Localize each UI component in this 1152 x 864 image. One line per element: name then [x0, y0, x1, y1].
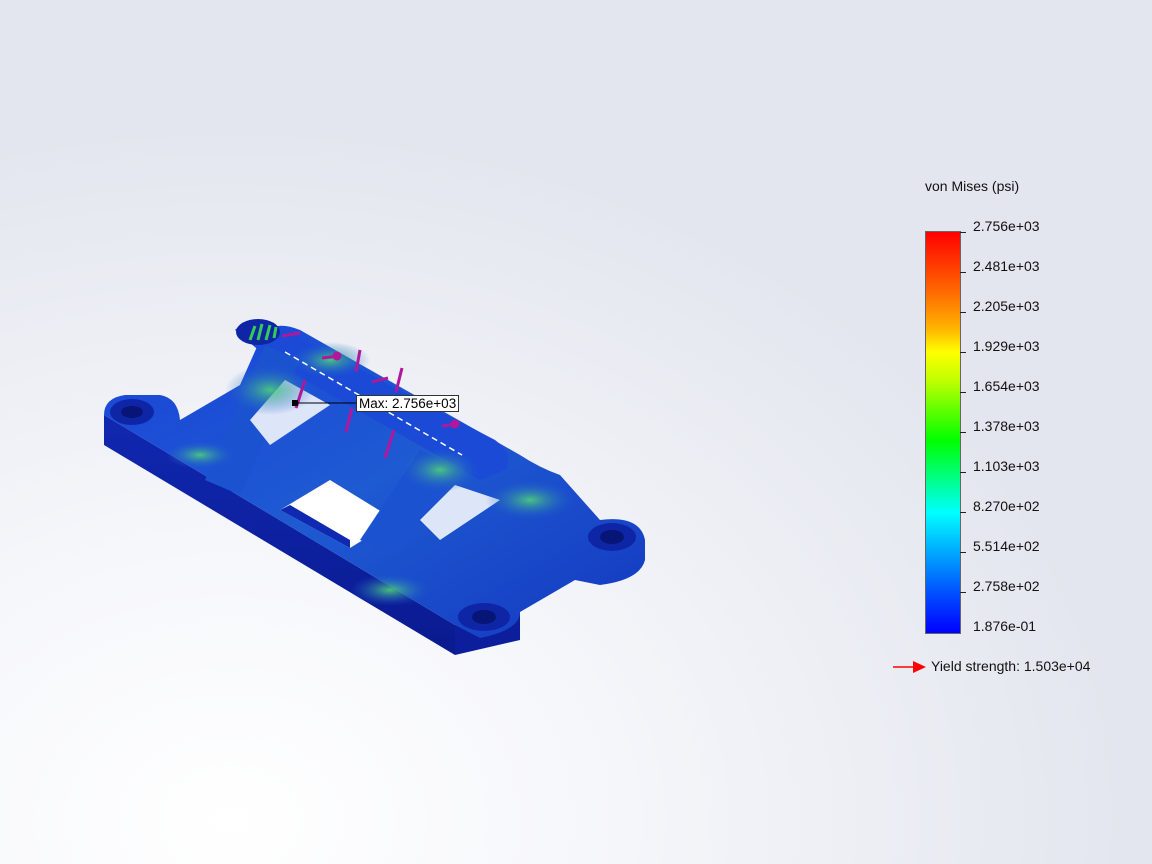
legend-tick-mark	[960, 352, 966, 353]
legend-tick: 2.756e+03	[973, 218, 1040, 234]
legend-tick-mark	[960, 392, 966, 393]
legend-tick: 2.481e+03	[973, 258, 1040, 274]
legend-tick-mark	[960, 592, 966, 593]
legend-tick-mark	[960, 432, 966, 433]
max-point-marker	[292, 400, 298, 406]
legend-tick: 1.654e+03	[973, 378, 1040, 394]
legend-tick: 8.270e+02	[973, 498, 1040, 514]
legend-tick-mark	[960, 472, 966, 473]
legend-tick: 1.103e+03	[973, 458, 1040, 474]
yield-arrow-icon	[893, 661, 926, 674]
legend-tick: 5.514e+02	[973, 538, 1040, 554]
legend-tick: 1.876e-01	[973, 618, 1037, 634]
legend-tick: 1.378e+03	[973, 418, 1040, 434]
legend-tick: 2.205e+03	[973, 298, 1040, 314]
legend-tick: 2.758e+02	[973, 578, 1040, 594]
legend-tick-mark	[960, 272, 966, 273]
yield-strength-label: Yield strength: 1.503e+04	[931, 658, 1091, 674]
legend-tick-mark	[960, 232, 966, 233]
legend-tick-mark	[960, 312, 966, 313]
max-annotation[interactable]: Max: 2.756e+03	[356, 395, 460, 412]
yield-strength-indicator: Yield strength: 1.503e+04	[893, 658, 1090, 674]
legend-title: von Mises (psi)	[925, 178, 1020, 194]
legend-tick-mark	[960, 552, 966, 553]
legend-tick: 1.929e+03	[973, 338, 1040, 354]
legend-tick-mark	[960, 512, 966, 513]
color-scale-bar[interactable]	[925, 231, 961, 634]
